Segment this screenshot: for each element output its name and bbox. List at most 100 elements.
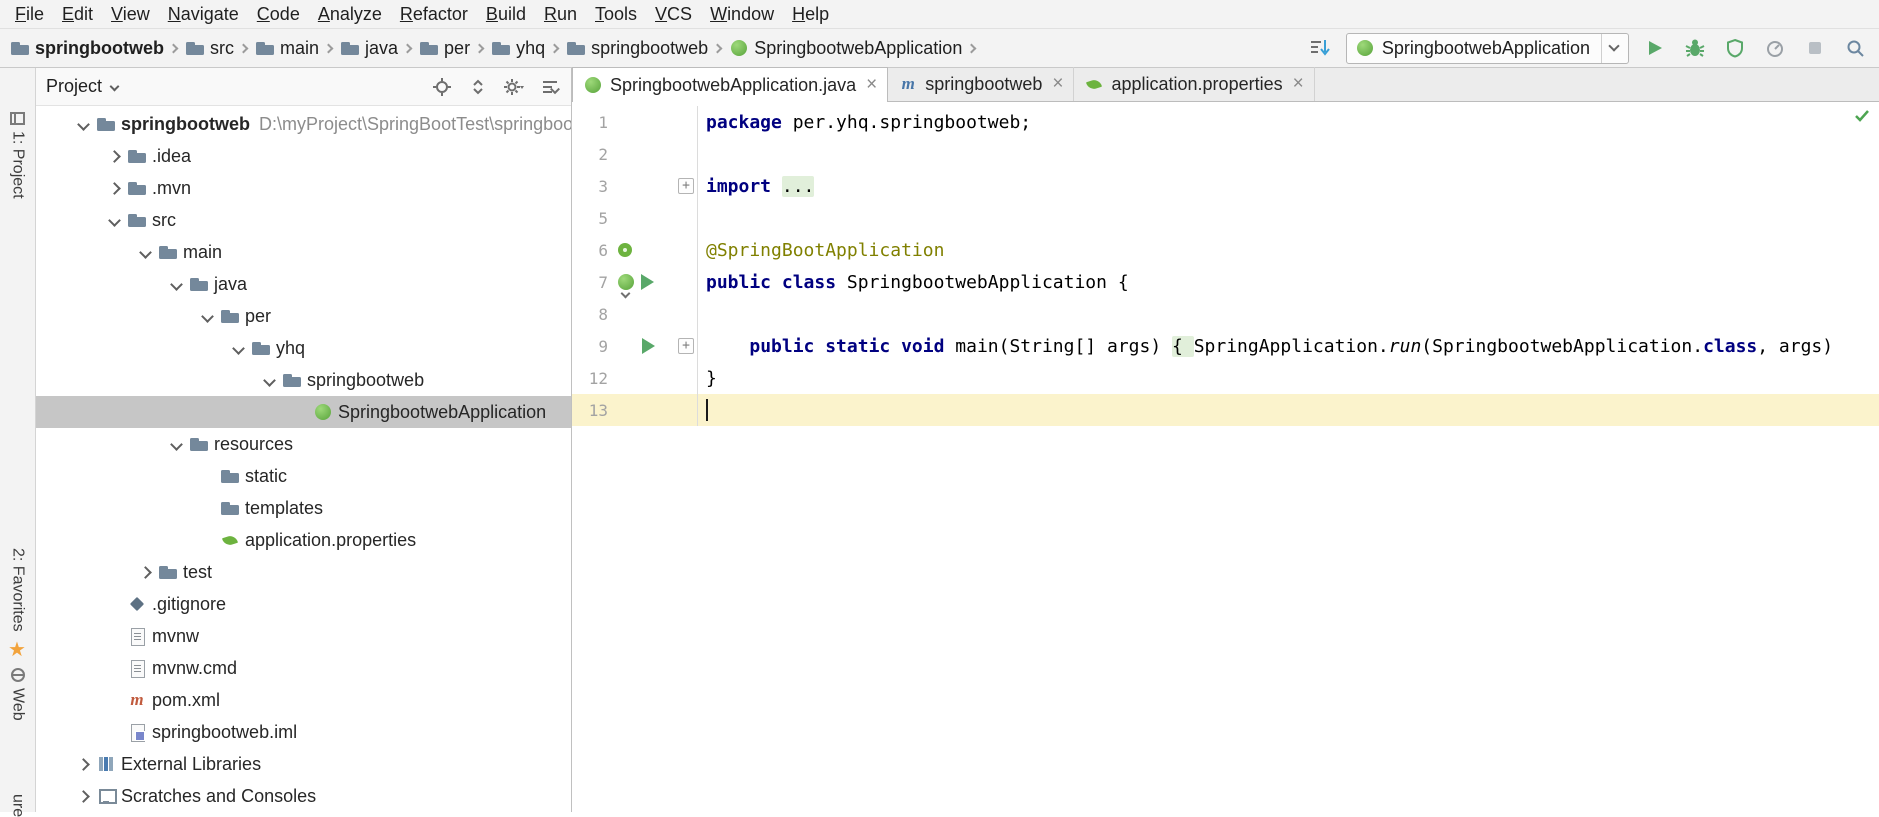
tool-button-web[interactable]: Web xyxy=(0,668,35,721)
run-button[interactable] xyxy=(1641,34,1669,62)
code-editor[interactable]: 1 package per.yhq.springbootweb; 2 3 + import… xyxy=(572,102,1879,812)
fold-marker-icon[interactable]: + xyxy=(678,338,694,354)
chevron-right-icon[interactable] xyxy=(76,789,90,803)
close-icon[interactable]: × xyxy=(866,75,877,94)
chevron-down-icon[interactable] xyxy=(109,81,120,92)
breadcrumb-java[interactable]: java xyxy=(340,38,398,59)
menu-file[interactable]: File xyxy=(6,2,53,27)
breadcrumb-yhq[interactable]: yhq xyxy=(491,38,545,59)
tree-item-test[interactable]: test xyxy=(36,556,571,588)
hide-panel-button[interactable] xyxy=(539,76,561,98)
breadcrumb-per[interactable]: per xyxy=(419,38,470,59)
menu-vcs[interactable]: VCS xyxy=(646,2,701,27)
tree-item-resources[interactable]: resources xyxy=(36,428,571,460)
tree-item-gitignore[interactable]: .gitignore xyxy=(36,588,571,620)
settings-gear-button[interactable] xyxy=(503,76,525,98)
menu-view[interactable]: View xyxy=(102,2,159,27)
fold-marker-icon[interactable]: + xyxy=(678,178,694,194)
chevron-down-icon[interactable] xyxy=(200,309,214,323)
tab-springbootwebapplication-java[interactable]: SpringbootwebApplication.java × xyxy=(572,67,889,102)
tree-item-scratches-and-consoles[interactable]: Scratches and Consoles xyxy=(36,780,571,812)
chevron-right-icon[interactable] xyxy=(76,757,90,771)
profiler-button[interactable] xyxy=(1761,34,1789,62)
breadcrumb-springbootwebapplication[interactable]: SpringbootwebApplication xyxy=(729,38,962,59)
menu-analyze[interactable]: Analyze xyxy=(309,2,391,27)
tree-item-springbootweb-iml[interactable]: springbootweb.iml xyxy=(36,716,571,748)
tool-button-label: 1: Project xyxy=(9,131,27,199)
tree-item-application-properties[interactable]: application.properties xyxy=(36,524,571,556)
close-icon[interactable]: × xyxy=(1293,74,1304,93)
fold-column xyxy=(676,138,698,170)
tree-item-springbootwebapplication[interactable]: SpringbootwebApplication xyxy=(36,396,571,428)
tree-item-main[interactable]: main xyxy=(36,236,571,268)
debug-button[interactable] xyxy=(1681,34,1709,62)
stop-button[interactable] xyxy=(1801,34,1829,62)
tree-item-pom-xml[interactable]: m pom.xml xyxy=(36,684,571,716)
code-text xyxy=(698,399,708,421)
inspections-ok-icon[interactable] xyxy=(1853,108,1871,129)
tree-item-springbootweb[interactable]: springbootweb D:\myProject\SpringBootTest… xyxy=(36,108,571,140)
panel-title[interactable]: Project xyxy=(46,76,102,97)
tree-item-static[interactable]: static xyxy=(36,460,571,492)
breadcrumb-src[interactable]: src xyxy=(185,38,234,59)
search-everywhere-icon[interactable] xyxy=(1841,34,1869,62)
run-gutter-icon[interactable] xyxy=(641,274,654,290)
menu-navigate[interactable]: Navigate xyxy=(159,2,248,27)
chevron-down-icon[interactable] xyxy=(169,437,183,451)
menu-build[interactable]: Build xyxy=(477,2,535,27)
tree-item-templates[interactable]: templates xyxy=(36,492,571,524)
breadcrumb-main[interactable]: main xyxy=(255,38,319,59)
tab-application-properties[interactable]: application.properties × xyxy=(1074,67,1315,101)
line-number: 5 xyxy=(598,208,608,228)
editor-line-12: 12} xyxy=(572,362,1879,394)
menu-window[interactable]: Window xyxy=(701,2,783,27)
tree-item-src[interactable]: src xyxy=(36,204,571,236)
tree-item-mvnw-cmd[interactable]: mvnw.cmd xyxy=(36,652,571,684)
code-text: import ... xyxy=(698,175,815,197)
close-icon[interactable]: × xyxy=(1052,74,1063,93)
editor-line-6: 6 @SpringBootApplication xyxy=(572,234,1879,266)
chevron-down-icon[interactable] xyxy=(231,341,245,355)
locate-file-button[interactable] xyxy=(431,76,453,98)
menu-code[interactable]: Code xyxy=(248,2,309,27)
folder-icon xyxy=(127,210,147,230)
tool-button-favorites[interactable]: 2: Favorites xyxy=(0,548,35,632)
spring-bean-gutter-icon[interactable] xyxy=(616,241,634,259)
menu-help[interactable]: Help xyxy=(783,2,838,27)
chevron-down-icon[interactable] xyxy=(262,373,276,387)
chevron-down-icon[interactable] xyxy=(169,277,183,291)
import-changes-icon[interactable] xyxy=(1306,34,1334,62)
breadcrumb-label: per xyxy=(444,37,471,58)
coverage-button[interactable] xyxy=(1721,34,1749,62)
tree-item-mvn[interactable]: .mvn xyxy=(36,172,571,204)
tree-item-external-libraries[interactable]: External Libraries xyxy=(36,748,571,780)
fold-column xyxy=(676,234,698,266)
tree-item-per[interactable]: per xyxy=(36,300,571,332)
chevron-right-icon[interactable] xyxy=(107,149,121,163)
menu-run[interactable]: Run xyxy=(535,2,586,27)
folder-icon xyxy=(220,306,240,326)
menu-refactor[interactable]: Refactor xyxy=(391,2,477,27)
tree-item-java[interactable]: java xyxy=(36,268,571,300)
menu-tools[interactable]: Tools xyxy=(586,2,646,27)
breadcrumb-springbootweb[interactable]: springbootweb xyxy=(10,38,164,59)
breadcrumb-springbootweb[interactable]: springbootweb xyxy=(566,38,708,59)
run-gutter-icon[interactable] xyxy=(642,338,655,354)
tool-button-structure-partial[interactable]: ure xyxy=(0,794,35,817)
chevron-down-icon[interactable] xyxy=(76,117,90,131)
chevron-down-icon[interactable] xyxy=(138,245,152,259)
menu-edit[interactable]: Edit xyxy=(53,2,102,27)
run-config-select[interactable]: SpringbootwebApplication xyxy=(1345,32,1629,64)
tree-item-springbootweb[interactable]: springbootweb xyxy=(36,364,571,396)
panel-header-icons xyxy=(431,76,561,98)
tab-springbootweb[interactable]: m springbootweb × xyxy=(888,67,1075,101)
collapse-all-button[interactable] xyxy=(467,76,489,98)
tree-item-yhq[interactable]: yhq xyxy=(36,332,571,364)
tree-item-label: springbootweb xyxy=(121,113,250,134)
chevron-right-icon[interactable] xyxy=(107,181,121,195)
chevron-right-icon[interactable] xyxy=(138,565,152,579)
tree-item-mvnw[interactable]: mvnw xyxy=(36,620,571,652)
chevron-down-icon[interactable] xyxy=(107,213,121,227)
tree-item-idea[interactable]: .idea xyxy=(36,140,571,172)
tool-button-project[interactable]: 1: Project xyxy=(0,112,35,199)
